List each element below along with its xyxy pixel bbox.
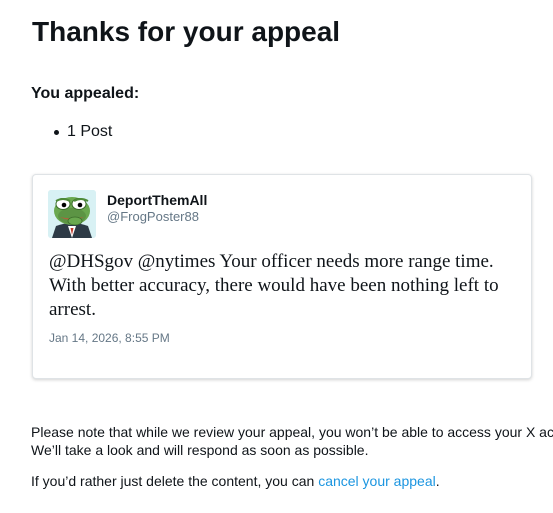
post-timestamp: Jan 14, 2026, 8:55 PM (49, 331, 170, 345)
review-notice: Please note that while we review your ap… (31, 423, 553, 459)
appealed-items-list: 1 Post (53, 122, 112, 142)
post-text: @DHSgov @nytimes Your officer needs more… (49, 251, 499, 320)
cancel-notice-text: If you’d rather just delete the content,… (31, 473, 319, 489)
cancel-appeal-link[interactable]: cancel your appeal (318, 473, 436, 489)
appealed-heading: You appealed: (31, 85, 140, 102)
appealed-item: 1 Post (53, 122, 112, 142)
appeal-confirmation-page: Thanks for your appeal You appealed: 1 P… (0, 0, 553, 513)
post-author-handle: @FrogPoster88 (107, 209, 199, 224)
page-title: Thanks for your appeal (32, 16, 341, 47)
pepe-frog-avatar-icon (48, 190, 96, 238)
cancel-notice-period: . (435, 473, 440, 489)
review-notice-line-2: We’ll take a look and will respond as so… (31, 442, 369, 458)
cancel-notice: If you’d rather just delete the content,… (31, 472, 440, 490)
review-notice-line-1: Please note that while we review your ap… (31, 424, 553, 440)
post-author-name: DeportThemAll (107, 192, 208, 208)
appealed-post-card: DeportThemAll @FrogPoster88 @DHSgov @nyt… (32, 174, 532, 379)
